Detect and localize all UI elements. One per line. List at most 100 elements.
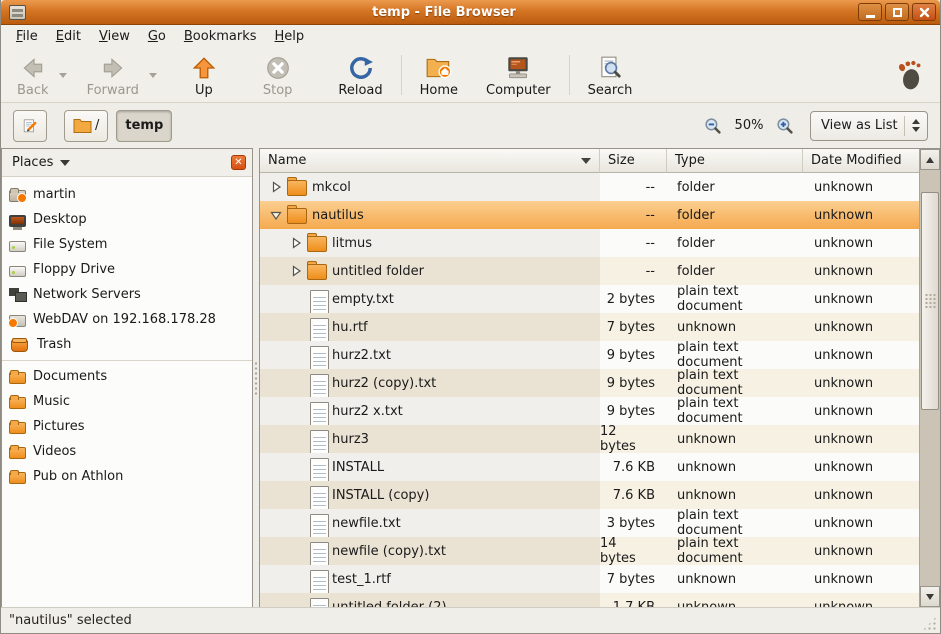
location-bar: / temp 50% View as List: [1, 103, 940, 148]
column-header-date-modified[interactable]: Date Modified: [803, 149, 919, 173]
text-file-icon: [306, 458, 328, 476]
file-list-row[interactable]: empty.txt 2 bytes plain text document un…: [260, 285, 919, 313]
forward-icon: [100, 54, 126, 82]
menu-file[interactable]: File: [7, 26, 47, 47]
file-list-view: Name Size Type Date Modified mkcol -- fo…: [259, 148, 940, 607]
titlebar[interactable]: temp - File Browser: [1, 0, 940, 25]
file-list-row[interactable]: litmus -- folder unknown: [260, 229, 919, 257]
menu-help[interactable]: Help: [266, 26, 314, 47]
file-size: --: [600, 173, 667, 201]
status-bar: "nautilus" selected: [1, 607, 940, 633]
file-list-row[interactable]: INSTALL 7.6 KB unknown unknown: [260, 453, 919, 481]
file-date-modified: unknown: [803, 565, 919, 593]
file-date-modified: unknown: [803, 509, 919, 537]
sidebar-item-trash[interactable]: Trash: [2, 332, 252, 357]
sidebar-item-pub-on-athlon[interactable]: Pub on Athlon: [2, 464, 252, 489]
file-list-row[interactable]: hurz2 (copy).txt 9 bytes plain text docu…: [260, 369, 919, 397]
file-list-row[interactable]: hu.rtf 7 bytes unknown unknown: [260, 313, 919, 341]
forward-button[interactable]: Forward: [77, 51, 149, 100]
expander-collapsed-icon: [290, 237, 302, 249]
file-list-row[interactable]: test_1.rtf 7 bytes unknown unknown: [260, 565, 919, 593]
file-type: unknown: [667, 593, 803, 607]
computer-icon: [504, 54, 532, 82]
vertical-scrollbar[interactable]: [919, 149, 940, 607]
file-list-row[interactable]: INSTALL (copy) 7.6 KB unknown unknown: [260, 481, 919, 509]
scroll-down-button[interactable]: [920, 586, 940, 607]
file-date-modified: unknown: [803, 481, 919, 509]
up-button[interactable]: Up: [181, 51, 227, 100]
sidebar-item-file-system[interactable]: File System: [2, 232, 252, 257]
sidebar-item-music[interactable]: Music: [2, 389, 252, 414]
sidebar-item-webdav-on-192-168-178-28[interactable]: WebDAV on 192.168.178.28: [2, 307, 252, 332]
file-browser-window: temp - File Browser File Edit View Go Bo…: [0, 0, 941, 634]
home-icon: [425, 54, 453, 82]
file-date-modified: unknown: [803, 397, 919, 425]
forward-dropdown-icon[interactable]: [149, 73, 157, 78]
back-dropdown-icon[interactable]: [59, 73, 67, 78]
menu-bookmarks[interactable]: Bookmarks: [175, 26, 266, 47]
close-button[interactable]: [912, 3, 936, 21]
minimize-button[interactable]: [858, 3, 882, 21]
edit-location-button[interactable]: [13, 110, 47, 142]
file-type: plain text document: [667, 369, 803, 397]
column-header-name[interactable]: Name: [260, 149, 600, 173]
search-button[interactable]: Search: [578, 51, 643, 100]
maximize-button[interactable]: [885, 3, 909, 21]
folder-icon: [306, 262, 328, 280]
file-list-row[interactable]: untitled folder -- folder unknown: [260, 257, 919, 285]
sidebar-item-network-servers[interactable]: Network Servers: [2, 282, 252, 307]
zoom-in-button[interactable]: [774, 115, 796, 137]
file-list-row[interactable]: hurz2 x.txt 9 bytes plain text document …: [260, 397, 919, 425]
up-icon: [191, 54, 217, 82]
file-list-row[interactable]: hurz3 12 bytes unknown unknown: [260, 425, 919, 453]
view-mode-combo[interactable]: View as List: [810, 111, 928, 141]
places-header[interactable]: Places ✕: [2, 149, 252, 177]
folder-icon: [286, 206, 308, 224]
column-header-type[interactable]: Type: [667, 149, 803, 173]
row-expander[interactable]: [266, 209, 286, 221]
column-header-size[interactable]: Size: [600, 149, 667, 173]
row-expander[interactable]: [286, 237, 306, 249]
file-list-row[interactable]: untitled folder (2) 1.7 KB unknown unkno…: [260, 593, 919, 607]
sidebar-separator: [2, 360, 252, 361]
menu-edit[interactable]: Edit: [47, 26, 90, 47]
scrollbar-trough[interactable]: [920, 170, 940, 586]
computer-button[interactable]: Computer: [476, 51, 561, 100]
close-icon: [919, 7, 930, 18]
sidebar-close-button[interactable]: ✕: [231, 155, 246, 170]
reload-button[interactable]: Reload: [328, 51, 392, 100]
folder-icon: [286, 178, 308, 196]
resize-grip[interactable]: [922, 616, 937, 631]
file-list-row[interactable]: nautilus -- folder unknown: [260, 201, 919, 229]
sidebar-item-martin[interactable]: martin: [2, 182, 252, 207]
menu-view[interactable]: View: [90, 26, 139, 47]
desktop-icon: [9, 215, 26, 227]
path-button-root[interactable]: /: [64, 110, 108, 142]
sidebar-item-floppy-drive[interactable]: Floppy Drive: [2, 257, 252, 282]
sidebar-item-pictures[interactable]: Pictures: [2, 414, 252, 439]
row-expander[interactable]: [266, 181, 286, 193]
zoom-out-button[interactable]: [702, 115, 724, 137]
scroll-up-button[interactable]: [920, 149, 940, 170]
sidebar-item-desktop[interactable]: Desktop: [2, 207, 252, 232]
text-file-icon: [306, 514, 328, 532]
file-list-row[interactable]: newfile (copy).txt 14 bytes plain text d…: [260, 537, 919, 565]
scrollbar-thumb[interactable]: [921, 192, 939, 410]
path-button-temp[interactable]: temp: [116, 110, 172, 142]
file-size: 7.6 KB: [600, 453, 667, 481]
stop-button[interactable]: Stop: [253, 51, 303, 100]
folder-s-icon: [9, 397, 26, 409]
file-date-modified: unknown: [803, 341, 919, 369]
file-name: INSTALL: [332, 460, 384, 475]
home-button[interactable]: Home: [410, 51, 468, 100]
sidebar-item-documents[interactable]: Documents: [2, 364, 252, 389]
file-date-modified: unknown: [803, 369, 919, 397]
file-list-row[interactable]: newfile.txt 3 bytes plain text document …: [260, 509, 919, 537]
menu-go[interactable]: Go: [139, 26, 175, 47]
file-list-row[interactable]: mkcol -- folder unknown: [260, 173, 919, 201]
row-expander[interactable]: [286, 265, 306, 277]
folder-s-icon: [9, 372, 26, 384]
back-button[interactable]: Back: [7, 51, 59, 100]
file-list-row[interactable]: hurz2.txt 9 bytes plain text document un…: [260, 341, 919, 369]
sidebar-item-videos[interactable]: Videos: [2, 439, 252, 464]
